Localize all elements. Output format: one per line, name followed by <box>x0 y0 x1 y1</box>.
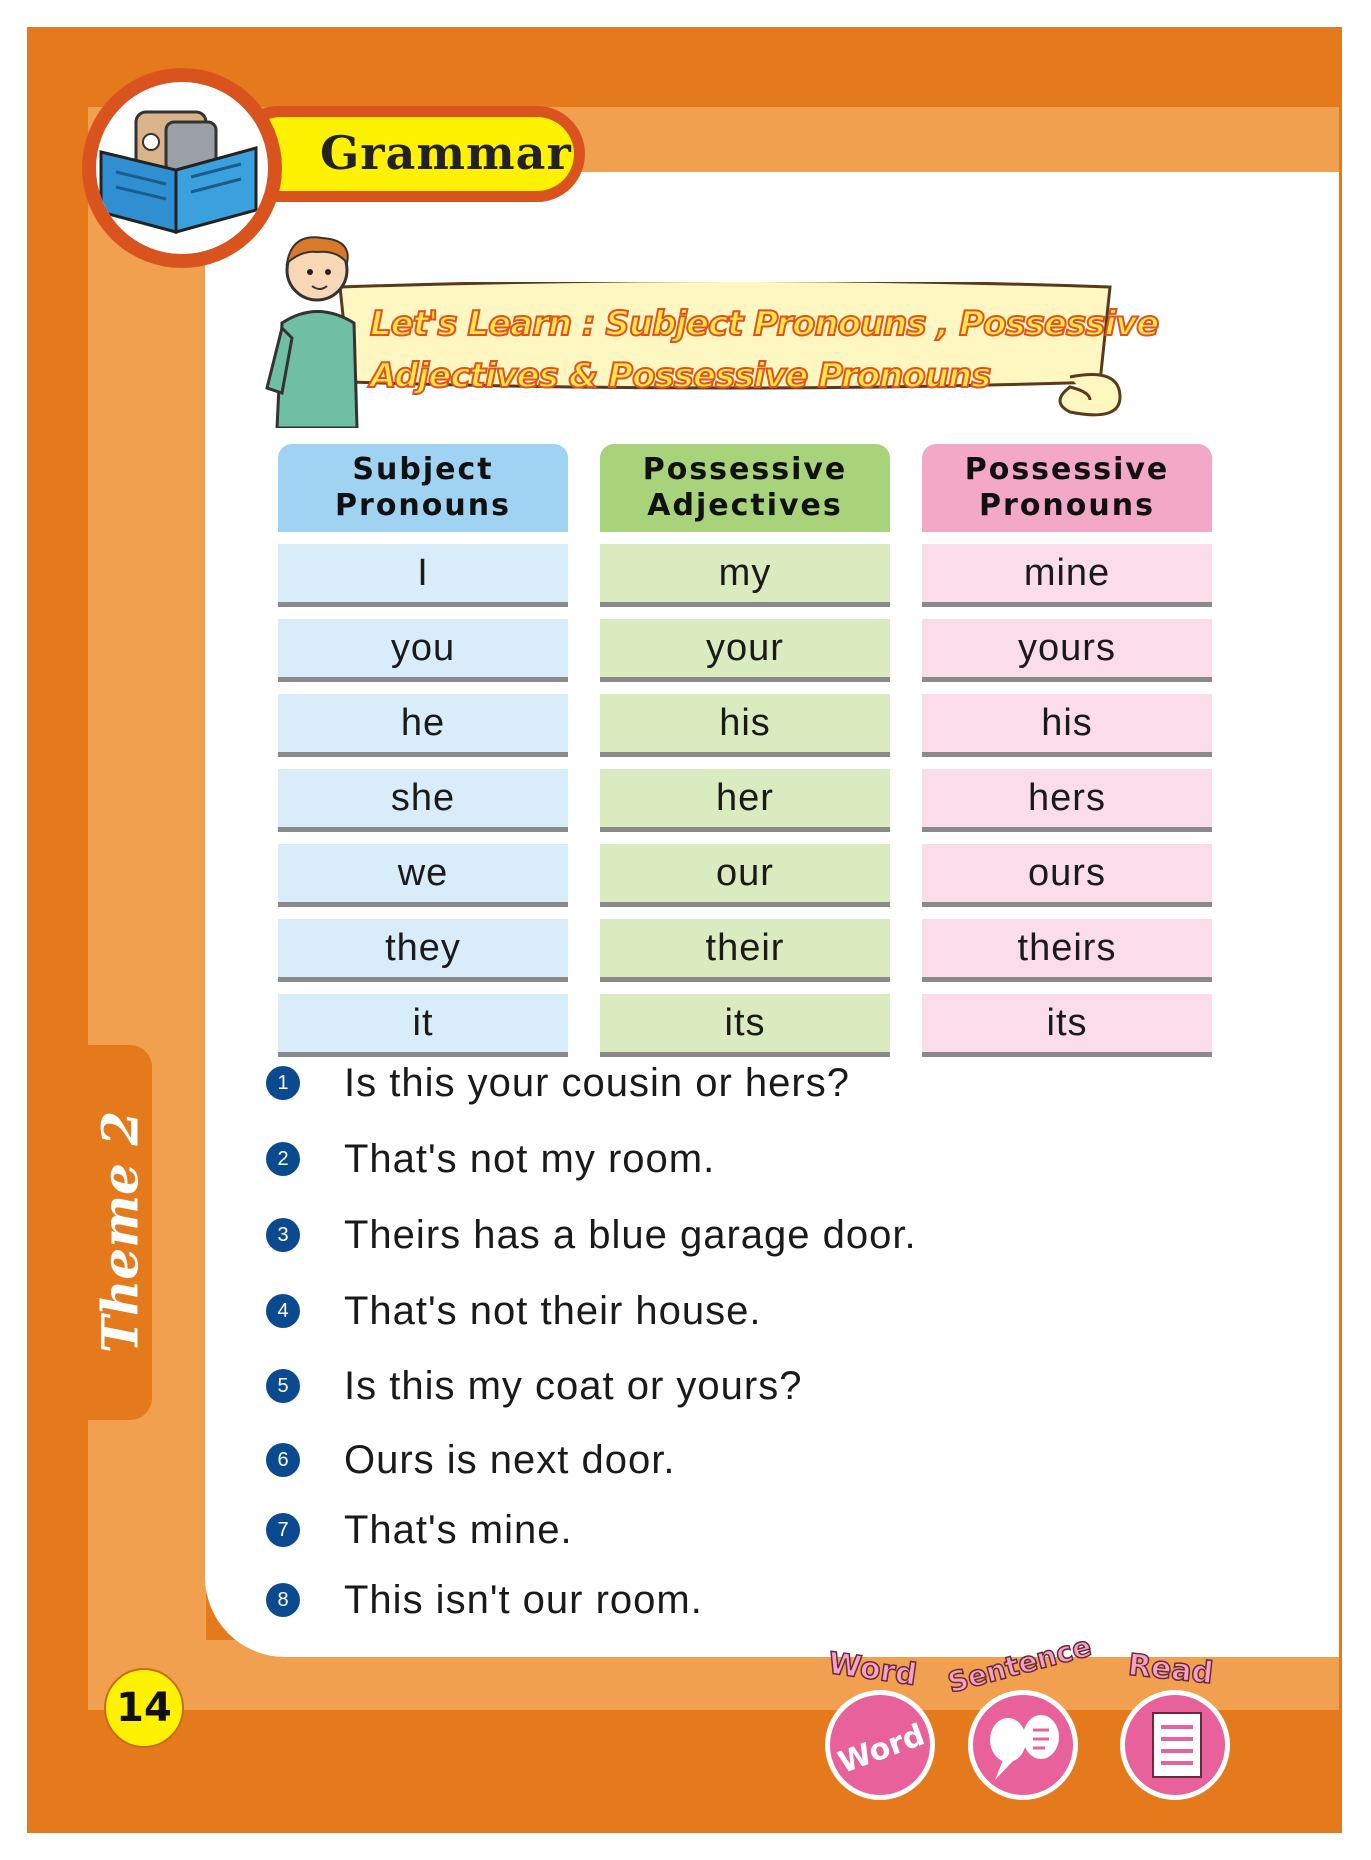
column-header: Possessive Adjectives <box>600 444 890 532</box>
sentence-text: That's mine. <box>344 1507 573 1552</box>
column-header-line1: Possessive <box>964 452 1170 487</box>
table-cell: his <box>600 694 890 757</box>
table-cell: I <box>278 544 568 607</box>
column-header-line1: Possessive <box>642 452 848 487</box>
table-cell: their <box>600 919 890 982</box>
light-orange-band-left <box>88 107 206 1710</box>
table-cell: we <box>278 844 568 907</box>
sentence-item: 3 Theirs has a blue garage door. <box>262 1210 917 1260</box>
word-icon-inner-label: Word <box>834 1718 930 1781</box>
number-badge: 6 <box>266 1443 300 1477</box>
table-cell: mine <box>922 544 1212 607</box>
section-title: Grammar <box>320 126 572 180</box>
sentence-item: 6 Ours is next door. <box>262 1435 675 1485</box>
column-header-line1: Subject <box>352 452 494 487</box>
number-badge: 1 <box>266 1066 300 1100</box>
word-icon[interactable]: Word <box>825 1690 935 1800</box>
column-header: Subject Pronouns <box>278 444 568 532</box>
sentence-text: Ours is next door. <box>344 1437 676 1482</box>
table-cell: hers <box>922 769 1212 832</box>
sentence-text: Theirs has a blue garage door. <box>344 1212 917 1257</box>
table-cell: he <box>278 694 568 757</box>
number-badge: 3 <box>266 1218 300 1252</box>
column-header-line2: Pronouns <box>335 488 511 523</box>
sentence-text: Is this my coat or yours? <box>344 1363 803 1408</box>
number-badge: 2 <box>266 1142 300 1176</box>
table-cell: she <box>278 769 568 832</box>
sentence-text: That's not their house. <box>344 1288 762 1333</box>
sentence-item: 5 Is this my coat or yours? <box>262 1361 802 1411</box>
table-cell: his <box>922 694 1212 757</box>
table-cell: your <box>600 619 890 682</box>
table-cell: theirs <box>922 919 1212 982</box>
reading-robot-icon <box>82 68 282 268</box>
sentence-text: Is this your cousin or hers? <box>344 1060 850 1105</box>
document-icon[interactable] <box>1120 1690 1230 1800</box>
speech-bubbles-icon[interactable] <box>968 1690 1078 1800</box>
lesson-title: Let's Learn : Subject Pronouns , Possess… <box>369 298 1160 402</box>
table-cell: it <box>278 994 568 1057</box>
table-cell: ours <box>922 844 1212 907</box>
sentence-text: This isn't our room. <box>344 1577 703 1622</box>
column-header-line2: Adjectives <box>647 488 843 523</box>
possessive-pronouns-column: Possessive Pronouns mine yours his hers … <box>922 444 1212 1057</box>
number-badge: 4 <box>266 1294 300 1328</box>
table-cell: my <box>600 544 890 607</box>
table-cell: its <box>922 994 1212 1057</box>
sentence-item: 1 Is this your cousin or hers? <box>262 1058 850 1108</box>
sentence-text: That's not my room. <box>344 1136 716 1181</box>
table-cell: they <box>278 919 568 982</box>
table-cell: its <box>600 994 890 1057</box>
number-badge: 5 <box>266 1369 300 1403</box>
table-cell: her <box>600 769 890 832</box>
sentence-item: 7 That's mine. <box>262 1505 573 1555</box>
boy-illustration-icon <box>262 228 372 430</box>
table-cell: our <box>600 844 890 907</box>
table-cell: you <box>278 619 568 682</box>
lesson-title-line1: Let's Learn : Subject Pronouns , Possess… <box>369 303 1160 345</box>
column-header: Possessive Pronouns <box>922 444 1212 532</box>
number-badge: 8 <box>266 1583 300 1617</box>
lesson-title-line2: Adjectives & Possessive Pronouns <box>369 355 992 397</box>
number-badge: 7 <box>266 1513 300 1547</box>
table-cell: yours <box>922 619 1212 682</box>
possessive-adjectives-column: Possessive Adjectives my your his her ou… <box>600 444 890 1057</box>
theme-label: Theme 2 <box>90 1110 150 1354</box>
page-number: 14 <box>104 1668 184 1748</box>
sentence-item: 4 That's not their house. <box>262 1286 762 1336</box>
sentence-item: 8 This isn't our room. <box>262 1575 703 1625</box>
subject-pronouns-column: Subject Pronouns I you he she we they it <box>278 444 568 1057</box>
sentence-item: 2 That's not my room. <box>262 1134 715 1184</box>
column-header-line2: Pronouns <box>979 488 1155 523</box>
